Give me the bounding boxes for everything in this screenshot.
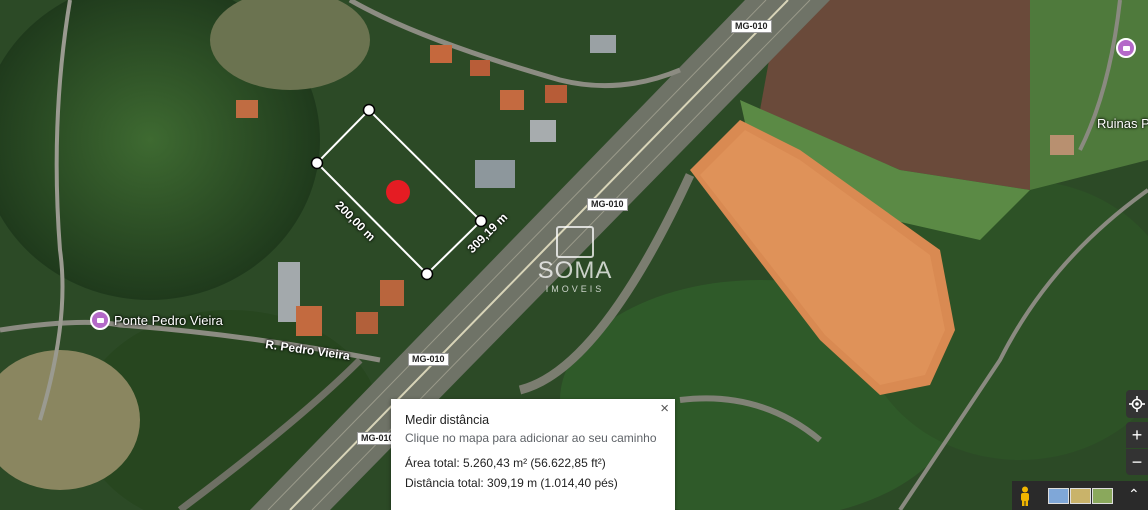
place-ponte-pedro-vieira[interactable]: Ponte Pedro Vieira bbox=[90, 310, 223, 330]
measure-vertex[interactable] bbox=[310, 156, 324, 170]
panel-title: Medir distância bbox=[405, 413, 490, 427]
zoom-out-button[interactable]: − bbox=[1126, 449, 1148, 475]
road-label-mg010: MG-010 bbox=[731, 20, 772, 33]
layer-thumb[interactable] bbox=[1070, 488, 1091, 504]
total-area: Área total: 5.260,43 m² (56.622,85 ft²) bbox=[405, 456, 606, 470]
place-label: Ponte Pedro Vieira bbox=[114, 312, 223, 328]
watermark-logo: SOMA IMOVEIS bbox=[526, 226, 624, 294]
panel-hint: Clique no mapa para adicionar ao seu cam… bbox=[405, 431, 657, 445]
chevron-up-icon[interactable]: ⌃ bbox=[1128, 486, 1140, 503]
close-icon[interactable]: × bbox=[660, 400, 669, 417]
my-location-button[interactable] bbox=[1126, 390, 1148, 418]
pegman-icon bbox=[1021, 486, 1029, 506]
pegman-button[interactable] bbox=[1012, 481, 1038, 510]
measure-vertex[interactable] bbox=[362, 103, 376, 117]
layer-thumb[interactable] bbox=[1092, 488, 1113, 504]
layers-strip[interactable]: ⌃ bbox=[1038, 481, 1148, 510]
watermark-name: SOMA bbox=[537, 257, 613, 284]
place-label: Ruinas Ponte bbox=[1097, 116, 1148, 131]
place-ruinas-ponte[interactable]: Ruinas Ponte bbox=[1097, 116, 1148, 131]
road-label-mg010: MG-010 bbox=[587, 198, 628, 211]
location-marker[interactable] bbox=[386, 180, 410, 204]
camera-pin-icon[interactable] bbox=[1116, 38, 1136, 58]
road-label-mg010: MG-010 bbox=[408, 353, 449, 366]
logo-icon bbox=[556, 226, 594, 258]
layer-thumb[interactable] bbox=[1048, 488, 1069, 504]
measure-distance-panel: × Medir distância Clique no mapa para ad… bbox=[391, 399, 675, 510]
measure-vertex[interactable] bbox=[420, 267, 434, 281]
zoom-in-button[interactable]: + bbox=[1126, 422, 1148, 448]
my-location-icon bbox=[1129, 396, 1145, 412]
watermark-sub: IMOVEIS bbox=[545, 284, 605, 294]
total-distance: Distância total: 309,19 m (1.014,40 pés) bbox=[405, 476, 618, 490]
camera-pin-icon bbox=[90, 310, 110, 330]
